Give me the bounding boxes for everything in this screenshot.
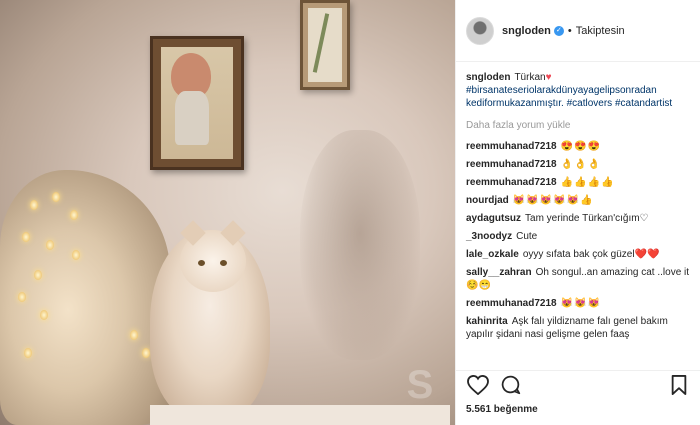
instagram-post: S sngloden ✓ • Takiptesin sngloden Türkan… [0,0,700,425]
comment-text: Tam yerinde Türkan'cığım♡ [525,213,649,224]
comment-item: reemmuhanad7218 😍😍😍 [466,140,691,153]
comment-item: _3noodyz Cute [466,230,691,243]
comment-username[interactable]: nourdjad [466,195,509,206]
comment-text: oyyy sıfata bak çok güzel❤️❤️ [522,249,660,260]
post-photo[interactable]: S [0,0,455,425]
comment-text: 😻😻😻 [560,298,601,309]
comment-item: aydagutsuz Tam yerinde Türkan'cığım♡ [466,212,691,225]
action-bar [456,370,700,398]
avatar[interactable] [466,16,494,45]
caption-heart: ♥ [545,72,552,83]
comment-text: 😻😻😻😻😻👍 [512,195,594,206]
header-separator: • [567,24,572,37]
comment-item: lale_ozkale oyyy sıfata bak çok güzel❤️❤️ [466,248,691,261]
header-username[interactable]: sngloden [502,25,551,37]
comment-username[interactable]: reemmuhanad7218 [466,298,557,309]
post-side-panel: sngloden ✓ • Takiptesin sngloden Türkan♥ … [455,0,700,425]
comment-username[interactable]: lale_ozkale [466,249,519,260]
comment-item: reemmuhanad7218 😻😻😻 [466,297,691,310]
comment-username[interactable]: aydagutsuz [466,213,521,224]
bookmark-icon [671,374,687,395]
post-header: sngloden ✓ • Takiptesin [456,0,700,62]
comment-item: kahinrita Aşk falı yildizname falı genel … [466,315,691,341]
caption-hashtags[interactable]: #birsanateseriolarakdünyayagelipsonradan… [466,85,672,109]
comment-username[interactable]: _3noodyz [466,231,512,242]
comment-username[interactable]: reemmuhanad7218 [466,177,557,188]
comment-text: 👌👌👌 [560,159,601,170]
wall-painting-flower [300,0,350,90]
comment-item: nourdjad 😻😻😻😻😻👍 [466,194,691,207]
comment-text: 👍👍👍👍 [560,177,615,188]
comment-item: sally__zahran Oh songul..an amazing cat .… [466,266,691,292]
post-caption: sngloden Türkan♥ #birsanateseriolarakdüny… [466,71,691,110]
caption-text: Türkan [514,72,546,83]
watermark-logo: S [406,363,434,407]
comment-bubble-icon [501,375,520,395]
persian-cat [150,220,270,420]
heart-icon [467,374,489,395]
wall-painting-child [150,36,244,170]
comment-username[interactable]: reemmuhanad7218 [466,159,557,170]
comments-list[interactable]: sngloden Türkan♥ #birsanateseriolarakdüny… [456,66,700,370]
comment-username[interactable]: kahinrita [466,316,508,327]
comment-username[interactable]: reemmuhanad7218 [466,141,557,152]
cat-shaped-lamp [0,170,170,425]
cat-shadow [300,130,420,360]
comment-button[interactable] [498,373,522,397]
verified-badge-icon: ✓ [553,25,564,36]
like-button[interactable] [466,373,490,397]
likes-count[interactable]: 5.561 beğenme [466,404,538,415]
comment-item: reemmuhanad7218 👍👍👍👍 [466,176,691,189]
comment-item: reemmuhanad7218 👌👌👌 [466,158,691,171]
save-button[interactable] [667,373,691,397]
comment-text: Cute [516,231,538,242]
caption-username[interactable]: sngloden [466,72,510,83]
following-button[interactable]: Takiptesin [576,25,625,37]
comment-text: 😍😍😍 [560,141,601,152]
comment-username[interactable]: sally__zahran [466,267,532,278]
load-more-comments-link[interactable]: Daha fazla yorum yükle [466,119,691,132]
